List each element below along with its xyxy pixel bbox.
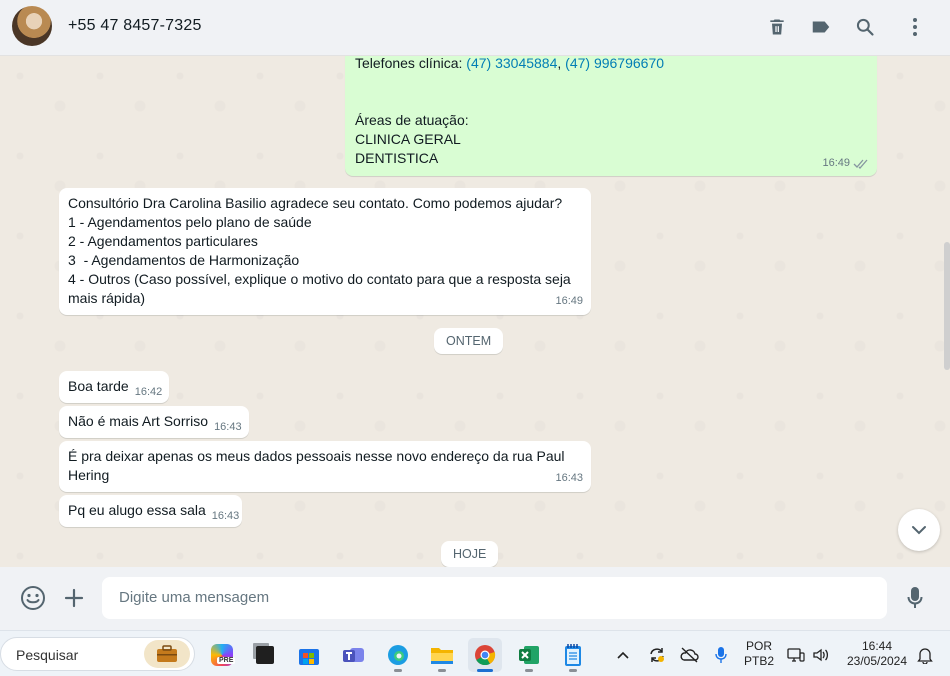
running-indicator [477, 669, 493, 672]
running-indicator [394, 669, 402, 672]
edge-icon[interactable] [381, 638, 415, 672]
microphone-tray-icon[interactable] [706, 638, 736, 672]
chevron-down-icon [912, 526, 926, 535]
windows-taskbar: Pesquisar PRE POR PTB2 16:44 23/05/2024 [0, 630, 950, 676]
message-line: É pra deixar apenas os meus dados pessoa… [68, 448, 565, 464]
onedrive-offline-icon[interactable] [674, 638, 704, 672]
chat-scrollbar[interactable] [944, 242, 950, 370]
phone-link[interactable]: (47) 33045884 [466, 56, 557, 71]
taskbar-search-label: Pesquisar [16, 647, 79, 663]
running-indicator [525, 669, 533, 672]
message-time: 16:49 [555, 295, 583, 307]
message-text: Pq eu alugo essa sala [68, 502, 206, 518]
message-line: 4 - Outros (Caso possível, explique o mo… [68, 271, 571, 287]
keyboard-layout: PTB2 [743, 654, 774, 668]
teams-icon[interactable] [337, 638, 371, 672]
sync-icon[interactable] [642, 638, 672, 672]
message-line: 2 - Agendamentos particulares [68, 233, 258, 249]
attach-plus-icon[interactable] [60, 584, 88, 612]
message-time: 16:43 [214, 421, 242, 433]
scroll-to-bottom-button[interactable] [898, 509, 940, 551]
language-indicator[interactable]: POR PTB2 [742, 639, 776, 669]
excel-icon[interactable] [512, 638, 546, 672]
compose-bar: Digite uma mensagem [0, 567, 950, 630]
delete-icon[interactable] [764, 14, 790, 40]
network-icon[interactable] [784, 638, 808, 672]
language-code: POR [745, 639, 772, 653]
message-time: 16:49 [822, 157, 850, 169]
message-text: É pra deixar apenas os meus dados pessoa… [68, 447, 565, 485]
double-check-icon [853, 159, 868, 169]
search-icon[interactable] [852, 14, 878, 40]
notepad-icon[interactable] [556, 638, 590, 672]
message-text: Telefones clínica: (47) 33045884, (47) 9… [355, 56, 664, 73]
running-indicator [569, 669, 577, 672]
message-line: mais rápida) [68, 290, 146, 306]
message-text: Áreas de atuação: [355, 112, 469, 128]
emoji-icon[interactable] [19, 584, 47, 612]
task-view-icon[interactable] [248, 638, 282, 672]
message-text: DENTISTICA [355, 150, 439, 166]
contact-avatar[interactable] [12, 6, 52, 46]
chrome-icon[interactable] [468, 638, 502, 672]
message-incoming[interactable]: Boa tarde 16:42 [59, 371, 169, 403]
message-incoming[interactable]: Consultório Dra Carolina Basilio agradec… [59, 188, 591, 315]
chat-area[interactable]: Telefones clínica: (47) 33045884, (47) 9… [0, 56, 950, 567]
message-text: Boa tarde [68, 378, 129, 394]
file-explorer-icon[interactable] [425, 638, 459, 672]
message-time: 16:43 [555, 472, 583, 484]
whatsapp-window: +55 47 8457-7325 Telefones clínica: (47)… [0, 0, 950, 630]
briefcase-icon [144, 640, 190, 668]
microphone-icon[interactable] [901, 584, 929, 612]
message-incoming[interactable]: É pra deixar apenas os meus dados pessoa… [59, 441, 591, 492]
clock-date: 23/05/2024 [846, 654, 908, 668]
message-line: Hering [68, 467, 110, 483]
message-text: Consultório Dra Carolina Basilio agradec… [68, 194, 571, 308]
contact-name[interactable]: +55 47 8457-7325 [68, 17, 202, 35]
label-icon[interactable] [808, 14, 834, 40]
message-text: CLINICA GERAL [355, 131, 461, 147]
chat-header: +55 47 8457-7325 [0, 0, 950, 56]
volume-icon[interactable] [808, 638, 834, 672]
clock-time: 16:44 [861, 639, 893, 653]
message-input[interactable]: Digite uma mensagem [102, 577, 887, 619]
copilot-icon[interactable]: PRE [205, 638, 239, 672]
running-indicator [438, 669, 446, 672]
notification-bell-icon[interactable] [912, 638, 938, 672]
date-divider: HOJE [441, 541, 499, 567]
message-line: Consultório Dra Carolina Basilio agradec… [68, 195, 563, 211]
date-divider: ONTEM [434, 328, 504, 354]
message-outgoing[interactable]: Telefones clínica: (47) 33045884, (47) 9… [345, 56, 877, 176]
message-text-sep: , [557, 56, 566, 71]
show-hidden-icons-chevron-up-icon[interactable] [608, 638, 638, 672]
message-incoming[interactable]: Não é mais Art Sorriso 16:43 [59, 406, 249, 438]
message-time: 16:42 [134, 386, 163, 398]
taskbar-search-box[interactable]: Pesquisar [0, 637, 195, 671]
phone-link[interactable]: (47) 996796670 [565, 56, 664, 71]
message-incoming[interactable]: Pq eu alugo essa sala 16:43 [59, 495, 242, 527]
message-meta: 16:49 [822, 154, 869, 173]
message-line: 3 - Agendamentos de Harmonização [68, 252, 300, 268]
message-text: Não é mais Art Sorriso [68, 413, 209, 429]
clock[interactable]: 16:44 23/05/2024 [838, 639, 916, 669]
message-time: 16:43 [211, 510, 240, 522]
microsoft-store-icon[interactable] [292, 638, 326, 672]
message-text-prefix: Telefones clínica: [355, 56, 467, 71]
copilot-pre-badge: PRE [217, 657, 236, 664]
menu-icon[interactable] [902, 14, 928, 40]
message-line: 1 - Agendamentos pelo plano de saúde [68, 214, 312, 230]
